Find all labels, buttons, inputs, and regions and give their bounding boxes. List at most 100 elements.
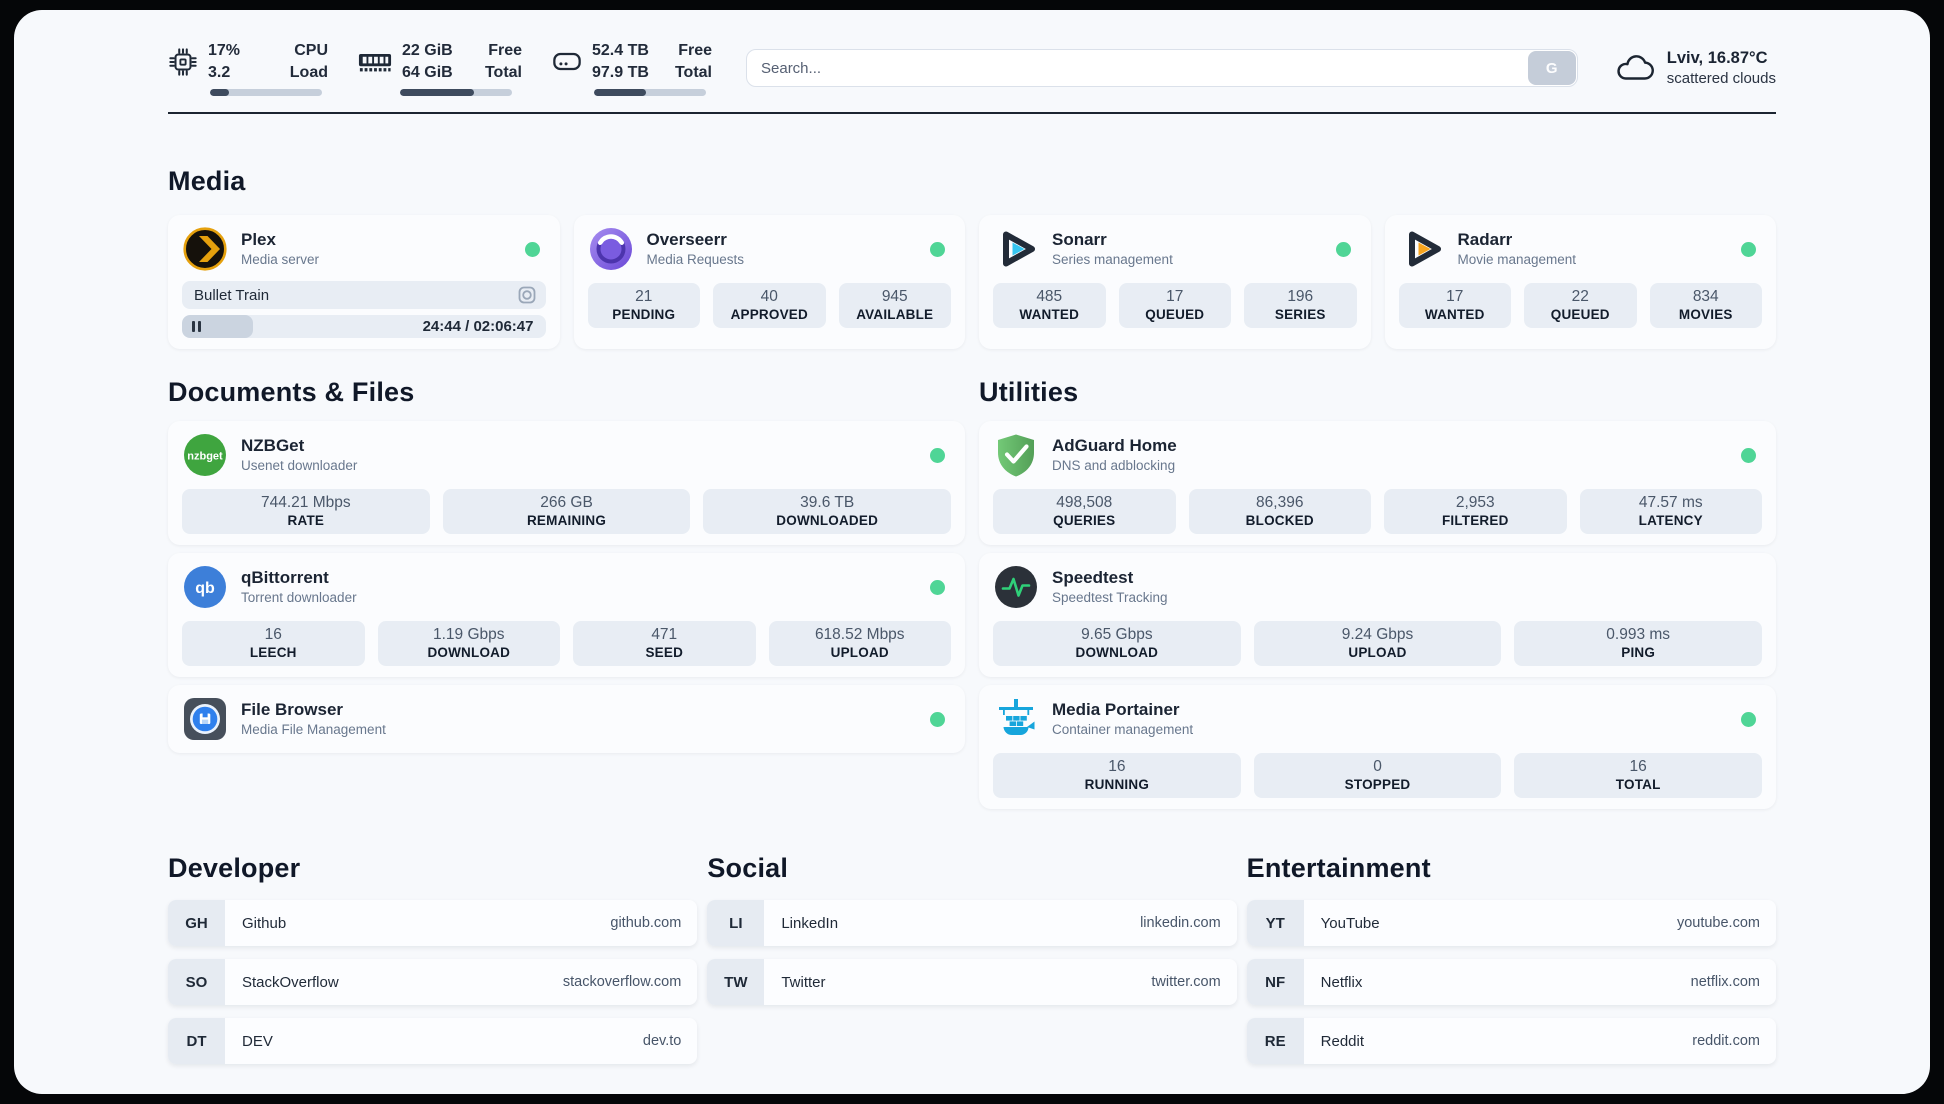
link-name: StackOverflow [242, 973, 339, 991]
weather-condition: scattered clouds [1666, 69, 1776, 87]
link-name: Github [242, 914, 287, 932]
playback-time: 24:44 / 02:06:47 [422, 318, 534, 335]
app-subtitle: Torrent downloader [241, 590, 357, 606]
link-url: stackoverflow.com [562, 974, 682, 990]
cpu-stat-group: 17% 3.2 CPU Load [168, 40, 328, 96]
status-dot [930, 241, 945, 257]
link-badge: YT [1246, 900, 1304, 946]
pause-button[interactable] [192, 321, 201, 332]
storage-icon [552, 49, 582, 74]
app-title: AdGuard Home [1052, 435, 1177, 455]
app-card-filebrowser[interactable]: File Browser Media File Management [168, 685, 965, 753]
header-divider [168, 112, 1776, 114]
stat-downloaded: 39.6 TB DOWNLOADED [703, 489, 952, 534]
memory-icon [358, 50, 392, 73]
stat-remaining: 266 GB REMAINING [442, 489, 691, 534]
app-card-sonarr[interactable]: Sonarr Series management 485 WANTED 17 QUE… [979, 215, 1371, 349]
storage-progressbar [594, 88, 706, 96]
stat-wanted: 485 WANTED [993, 283, 1106, 328]
link-badge: GH [168, 900, 225, 946]
plex-icon [182, 226, 228, 272]
weather-widget: Lviv, 16.87°C scattered clouds [1614, 48, 1776, 89]
status-dot [1741, 711, 1756, 727]
playback-progressbar[interactable]: 24:44 / 02:06:47 [182, 315, 546, 338]
link-badge: RE [1246, 1018, 1304, 1064]
section-title-utilities: Utilities [979, 377, 1079, 407]
app-card-radarr[interactable]: Radarr Movie management 17 WANTED 22 QUEUE… [1384, 215, 1776, 349]
app-card-nzbget[interactable]: nzbget NZBGet Usenet downloader 744.21 M… [168, 421, 965, 545]
stat-seed: 471 SEED [573, 621, 756, 666]
stat-available: 945 AVAILABLE [838, 283, 951, 328]
stat-filtered: 2,953 FILTERED [1384, 489, 1567, 534]
svg-text:nzbget: nzbget [187, 451, 223, 463]
app-card-plex[interactable]: Plex Media server Bullet Train 24:44 / 0… [168, 215, 560, 349]
weather-location-temp: Lviv, 16.87°C [1666, 48, 1768, 67]
status-dot [930, 447, 945, 463]
filebrowser-icon [182, 696, 228, 742]
app-title: Plex [241, 229, 276, 249]
app-card-qbittorrent[interactable]: qb qBittorrent Torrent downloader 16 LEEC… [168, 553, 965, 677]
stat-queued: 17 QUEUED [1118, 283, 1231, 328]
system-stats: 17% 3.2 CPU Load 22 GiB 64 GiB Free Tota… [168, 40, 712, 96]
stat-series: 196 SERIES [1244, 283, 1357, 328]
storage-values: 52.4 TB 97.9 TB [592, 42, 649, 81]
link-badge: NF [1246, 959, 1304, 1005]
app-subtitle: Usenet downloader [241, 458, 358, 474]
qbittorrent-icon: qb [182, 564, 228, 610]
status-dot [930, 579, 945, 595]
link-badge: TW [707, 959, 765, 1005]
stat-movies: 834 MOVIES [1649, 283, 1762, 328]
memory-labels: Free Total [484, 42, 522, 81]
stat-total: 16 TOTAL [1514, 753, 1763, 798]
app-title: Sonarr [1052, 229, 1107, 249]
app-subtitle: Media server [241, 252, 320, 268]
search-input[interactable] [746, 49, 1578, 87]
section-documents: Documents & Files nzbget NZBGet Usenet d… [168, 377, 965, 809]
link-badge: DT [168, 1018, 225, 1064]
status-dot [1741, 241, 1756, 257]
app-card-speedtest[interactable]: Speedtest Speedtest Tracking 9.65 Gbps DO… [979, 553, 1776, 677]
radarr-icon [1399, 226, 1445, 272]
stat-leech: 16 LEECH [182, 621, 365, 666]
link-name: Netflix [1320, 973, 1363, 991]
link-twitter[interactable]: TW Twitter twitter.com [707, 959, 1237, 1005]
link-name: Twitter [781, 973, 826, 991]
app-title: Media Portainer [1052, 699, 1180, 719]
link-youtube[interactable]: YT YouTube youtube.com [1246, 900, 1776, 946]
sonarr-icon [993, 226, 1039, 272]
link-dev[interactable]: DT DEV dev.to [168, 1018, 698, 1064]
stat-pending: 21 PENDING [587, 283, 700, 328]
app-title: qBittorrent [241, 567, 329, 587]
link-name: LinkedIn [781, 914, 839, 932]
link-badge: SO [168, 959, 225, 1005]
memory-values: 22 GiB 64 GiB [402, 42, 453, 81]
app-subtitle: Media File Management [241, 722, 386, 738]
status-dot [1741, 447, 1756, 463]
link-url: dev.to [642, 1033, 682, 1049]
section-social: Social LI LinkedIn linkedin.com TW Twitt… [707, 853, 1237, 1064]
link-stackoverflow[interactable]: SO StackOverflow stackoverflow.com [168, 959, 698, 1005]
section-title-developer: Developer [168, 853, 301, 883]
stat-blocked: 86,396 BLOCKED [1188, 489, 1371, 534]
link-reddit[interactable]: RE Reddit reddit.com [1246, 1018, 1776, 1064]
link-linkedin[interactable]: LI LinkedIn linkedin.com [707, 900, 1237, 946]
link-github[interactable]: GH Github github.com [168, 900, 698, 946]
section-entertainment: Entertainment YT YouTube youtube.com NF … [1246, 853, 1776, 1064]
app-card-portainer[interactable]: Media Portainer Container management 16 R… [979, 685, 1776, 809]
section-title-media: Media [168, 166, 246, 196]
app-card-overseerr[interactable]: Overseerr Media Requests 21 PENDING 40 APP… [573, 215, 965, 349]
stat-latency: 47.57 ms LATENCY [1579, 489, 1762, 534]
link-url: netflix.com [1690, 974, 1760, 990]
search-engine-button[interactable]: G [1527, 51, 1576, 85]
cloud-icon [1614, 53, 1654, 84]
storage-stat-group: 52.4 TB 97.9 TB Free Total [552, 40, 712, 96]
stat-ping: 0.993 ms PING [1514, 621, 1763, 666]
section-title-entertainment: Entertainment [1246, 853, 1431, 883]
section-developer: Developer GH Github github.com SO StackO… [168, 853, 698, 1064]
link-url: github.com [610, 915, 682, 931]
link-netflix[interactable]: NF Netflix netflix.com [1246, 959, 1776, 1005]
app-title: Radarr [1457, 229, 1513, 249]
stat-upload: 618.52 Mbps UPLOAD [768, 621, 951, 666]
svg-text:qb: qb [195, 580, 215, 597]
app-card-adguard[interactable]: AdGuard Home DNS and adblocking 498,508 Q… [979, 421, 1776, 545]
